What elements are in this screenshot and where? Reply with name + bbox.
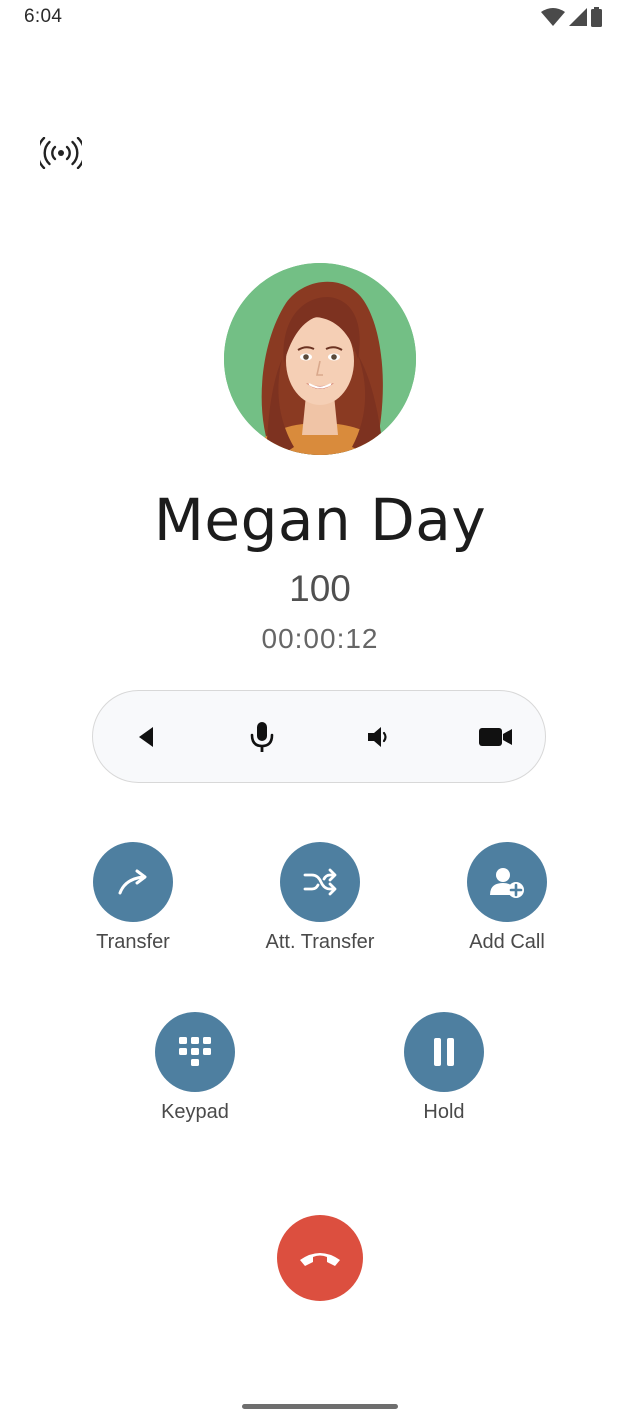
add-person-icon xyxy=(490,868,524,898)
transfer-label: Transfer xyxy=(96,931,170,953)
pause-icon xyxy=(434,1038,454,1066)
transfer-button[interactable] xyxy=(93,842,173,922)
shuffle-icon xyxy=(303,868,337,896)
hold-label: Hold xyxy=(423,1101,465,1123)
video-camera-icon xyxy=(479,728,512,746)
keypad-button[interactable] xyxy=(155,1012,235,1092)
avatar xyxy=(224,263,416,455)
end-call-button[interactable] xyxy=(277,1215,363,1301)
att-transfer-label: Att. Transfer xyxy=(265,931,375,953)
wifi-icon xyxy=(541,8,565,26)
keypad-icon xyxy=(179,1037,211,1066)
speaker-icon xyxy=(368,727,387,747)
caller-number: 100 xyxy=(289,568,351,609)
call-timer: 00:00:12 xyxy=(261,623,379,654)
video-button[interactable] xyxy=(472,713,520,761)
add-call-label: Add Call xyxy=(469,931,545,953)
hangup-icon xyxy=(300,1253,340,1266)
speaker-button[interactable] xyxy=(355,713,403,761)
status-icons xyxy=(541,7,602,27)
back-arrow-icon xyxy=(139,727,153,747)
call-control-bar xyxy=(92,690,546,783)
back-button[interactable] xyxy=(123,713,171,761)
battery-icon xyxy=(591,7,602,27)
keypad-label: Keypad xyxy=(161,1101,229,1123)
mute-button[interactable] xyxy=(238,713,286,761)
broadcast-icon[interactable] xyxy=(40,137,82,169)
microphone-icon xyxy=(250,722,274,752)
status-time: 6:04 xyxy=(24,6,63,27)
home-indicator[interactable] xyxy=(242,1404,398,1409)
att-transfer-button[interactable] xyxy=(280,842,360,922)
transfer-arrow-icon xyxy=(118,869,147,895)
hold-button[interactable] xyxy=(404,1012,484,1092)
add-call-button[interactable] xyxy=(467,842,547,922)
caller-name: Megan Day xyxy=(153,486,487,554)
cell-signal-icon xyxy=(569,8,587,26)
